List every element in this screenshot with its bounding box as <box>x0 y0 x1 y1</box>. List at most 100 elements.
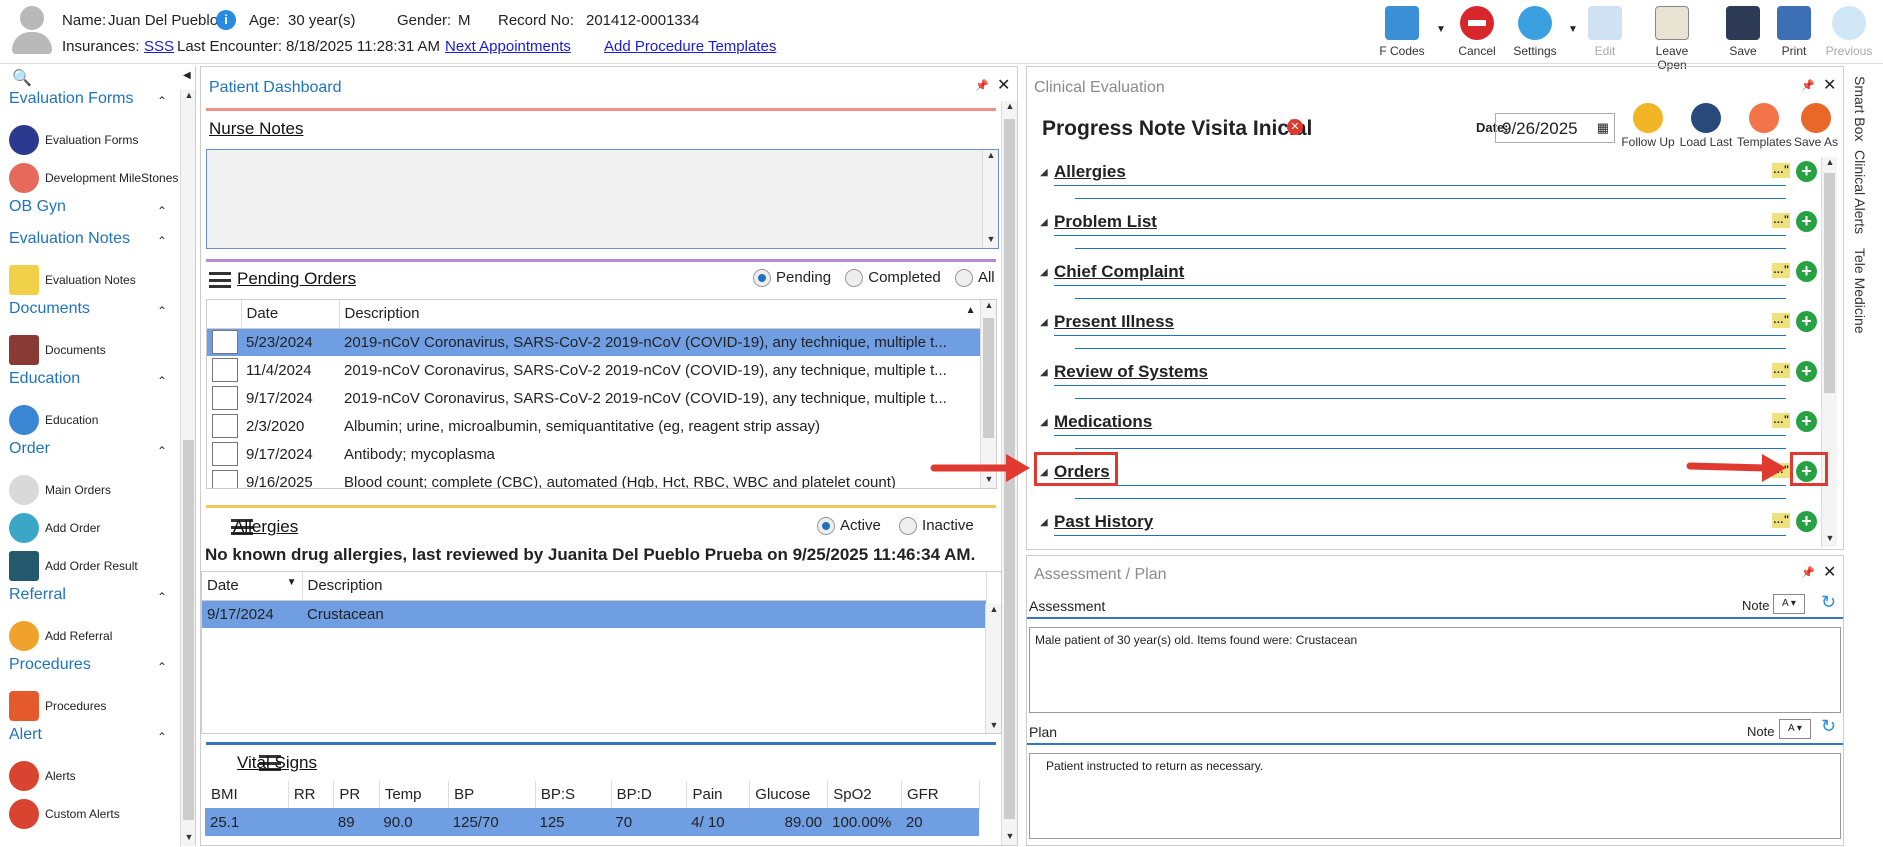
note-format-dropdown[interactable]: A ▾ <box>1773 594 1805 614</box>
scroll-down-icon[interactable]: ▼ <box>986 720 1001 733</box>
nurse-notes-scrollbar[interactable]: ▲ ▼ <box>982 150 998 248</box>
add-icon[interactable]: + <box>1796 511 1817 532</box>
section-order[interactable]: Order <box>9 440 50 458</box>
refresh-icon[interactable]: ↻ <box>1821 592 1836 613</box>
save-as-button[interactable]: Save As <box>1789 103 1843 149</box>
scroll-down-icon[interactable]: ▼ <box>1002 831 1018 845</box>
add-icon[interactable]: + <box>1796 311 1817 332</box>
nav-item-add-order[interactable]: Add Order <box>9 512 100 544</box>
column-header-bmi[interactable]: BMI <box>206 781 289 810</box>
column-header-gfr[interactable]: GFR <box>901 781 981 810</box>
calendar-icon[interactable]: ▦ <box>1597 120 1609 136</box>
table-row[interactable]: 9/16/2025 Blood count; complete (CBC), au… <box>207 468 981 488</box>
assessment-textarea[interactable]: Male patient of 30 year(s) old. Items fo… <box>1029 627 1841 713</box>
allergies-scrollbar[interactable]: ▲ ▼ <box>985 604 1001 733</box>
table-row[interactable]: 2/3/2020 Albumin; urine, microalbumin, se… <box>207 412 981 440</box>
chevron-up-icon[interactable]: ⌃ <box>157 660 167 674</box>
load-last-button[interactable]: Load Last <box>1679 103 1733 149</box>
filter-active[interactable]: Active <box>817 517 881 536</box>
chevron-up-icon[interactable]: ⌃ <box>157 374 167 388</box>
scroll-up-icon[interactable]: ▲ <box>983 150 999 164</box>
tab-smart-box[interactable]: Smart Box <box>1852 76 1868 141</box>
nav-item-alerts[interactable]: Alerts <box>9 760 76 792</box>
row-checkbox[interactable] <box>212 358 238 382</box>
section-evaluation-notes[interactable]: Evaluation Notes <box>9 230 130 248</box>
hamburger-icon[interactable] <box>209 272 231 288</box>
nav-item-procedures[interactable]: Procedures <box>9 690 106 722</box>
nurse-notes-textarea[interactable]: ▲ ▼ <box>206 149 999 249</box>
section-ob-gyn[interactable]: OB Gyn <box>9 198 66 216</box>
nav-item-documents[interactable]: Documents <box>9 334 106 366</box>
section-alert[interactable]: Alert <box>9 726 42 744</box>
follow-up-button[interactable]: Follow Up <box>1621 103 1675 149</box>
quote-icon[interactable]: …" <box>1772 413 1790 428</box>
nav-item-add-order-result[interactable]: Add Order Result <box>9 550 138 582</box>
column-header-spo2[interactable]: SpO2 <box>827 781 902 810</box>
quote-icon[interactable]: …" <box>1772 213 1790 228</box>
fcodes-button[interactable]: F Codes <box>1375 6 1429 58</box>
close-icon[interactable]: ✕ <box>997 75 1010 95</box>
column-header-date[interactable]: Date <box>241 300 340 329</box>
scroll-down-icon[interactable]: ▼ <box>181 832 195 846</box>
section-review-of-systems[interactable]: ◢ Review of Systems …" + <box>1040 357 1830 407</box>
section-education[interactable]: Education <box>9 370 80 388</box>
column-header-bp[interactable]: BP <box>448 781 536 810</box>
add-icon[interactable]: + <box>1796 261 1817 282</box>
chevron-up-icon[interactable]: ⌃ <box>157 304 167 318</box>
date-field[interactable]: 9/26/2025 ▦ <box>1495 113 1615 143</box>
scroll-up-icon[interactable]: ▲ <box>986 604 1001 618</box>
tab-clinical-alerts[interactable]: Clinical Alerts <box>1852 150 1868 234</box>
expand-icon[interactable]: ◢ <box>1040 417 1048 428</box>
chevron-up-icon[interactable]: ⌃ <box>157 730 167 744</box>
row-checkbox[interactable] <box>212 414 238 438</box>
expand-icon[interactable]: ◢ <box>1040 267 1048 278</box>
filter-inactive[interactable]: Inactive <box>899 517 974 536</box>
expand-icon[interactable]: ◢ <box>1040 317 1048 328</box>
plan-refresh-icon[interactable]: ↻ <box>1821 716 1836 737</box>
cancel-button[interactable]: Cancel <box>1450 6 1504 58</box>
filter-pending[interactable]: Pending <box>753 269 831 288</box>
scroll-down-icon[interactable]: ▼ <box>983 234 999 248</box>
previous-button[interactable]: Previous <box>1822 6 1876 58</box>
fcodes-dropdown-icon[interactable]: ▼ <box>1436 24 1446 35</box>
nav-item-education[interactable]: Education <box>9 404 98 436</box>
nav-item-add-referral[interactable]: Add Referral <box>9 620 112 652</box>
column-header-bp-d[interactable]: BP:D <box>611 781 688 810</box>
section-present-illness[interactable]: ◢ Present Illness …" + <box>1040 307 1830 357</box>
column-header-glucose[interactable]: Glucose <box>749 781 829 810</box>
close-icon[interactable]: ✕ <box>1823 562 1836 582</box>
plan-textarea[interactable]: Patient instructed to return as necessar… <box>1029 753 1841 839</box>
section-allergies[interactable]: ◢ Allergies …" + <box>1040 157 1830 207</box>
nav-item-development-milestones[interactable]: Development MileStones <box>9 162 178 194</box>
table-row[interactable]: 9/17/2024 Crustacean <box>202 600 986 628</box>
quote-icon[interactable]: …" <box>1772 313 1790 328</box>
expand-icon[interactable]: ◢ <box>1040 367 1048 378</box>
column-header-description[interactable]: Description ▲ <box>339 300 982 329</box>
search-icon[interactable]: 🔍 <box>12 68 32 88</box>
settings-dropdown-icon[interactable]: ▼ <box>1568 24 1578 35</box>
chevron-up-icon[interactable]: ⌃ <box>157 234 167 248</box>
section-evaluation-forms[interactable]: Evaluation Forms <box>9 90 134 108</box>
settings-button[interactable]: Settings <box>1508 6 1562 58</box>
tab-tele-medicine[interactable]: Tele Medicine <box>1852 248 1868 334</box>
close-icon[interactable]: ✕ <box>1823 75 1836 95</box>
section-chief-complaint[interactable]: ◢ Chief Complaint …" + <box>1040 257 1830 307</box>
nav-item-evaluation-forms[interactable]: Evaluation Forms <box>9 124 138 156</box>
column-header-pain[interactable]: Pain <box>686 781 751 810</box>
table-row[interactable]: 9/17/2024 Antibody; mycoplasma <box>207 440 981 468</box>
add-icon[interactable]: + <box>1796 361 1817 382</box>
row-checkbox[interactable] <box>212 442 238 466</box>
scroll-up-icon[interactable]: ▲ <box>1002 101 1018 115</box>
chevron-up-icon[interactable]: ⌃ <box>157 444 167 458</box>
column-header-pr[interactable]: PR <box>333 781 380 810</box>
filter-completed[interactable]: Completed <box>845 269 941 288</box>
section-past-history[interactable]: ◢ Past History …" + <box>1040 507 1830 543</box>
column-header-rr[interactable]: RR <box>288 781 335 810</box>
section-documents[interactable]: Documents <box>9 300 90 318</box>
chevron-up-icon[interactable]: ⌃ <box>157 204 167 218</box>
plan-format-dropdown[interactable]: A ▾ <box>1779 719 1811 739</box>
pin-icon[interactable]: 📌 <box>1801 79 1815 92</box>
table-row[interactable]: 5/23/2024 2019-nCoV Coronavirus, SARS-CoV… <box>207 328 981 356</box>
chevron-up-icon[interactable]: ⌃ <box>157 94 167 108</box>
row-checkbox[interactable] <box>212 470 238 488</box>
